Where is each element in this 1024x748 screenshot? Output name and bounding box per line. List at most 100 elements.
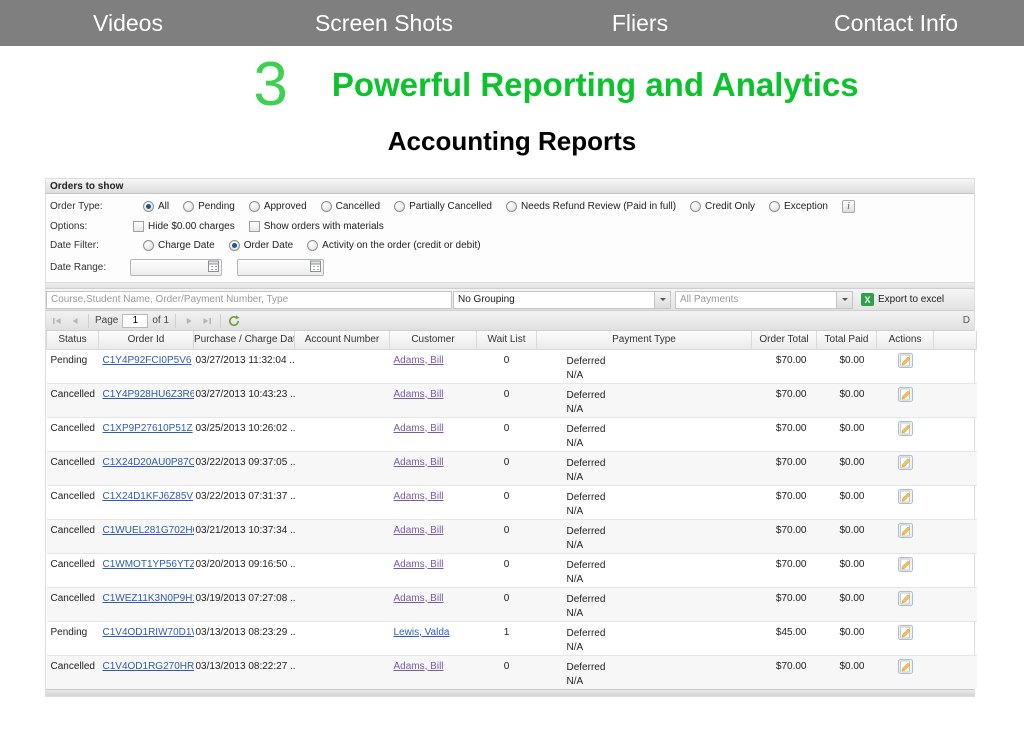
radio-charge-date[interactable]: Charge Date bbox=[143, 240, 215, 251]
actions-cell bbox=[877, 349, 934, 383]
customer-link[interactable]: Adams, Bill bbox=[394, 355, 444, 366]
wait-list-cell: 0 bbox=[477, 349, 537, 383]
edit-note-icon[interactable] bbox=[898, 523, 913, 541]
radio-pending[interactable]: Pending bbox=[183, 201, 235, 212]
radio-activity-on-the-order-credit-or-debit[interactable]: Activity on the order (credit or debit) bbox=[307, 240, 480, 251]
column-header-actions[interactable]: Actions bbox=[877, 331, 934, 349]
column-header-customer[interactable]: Customer bbox=[390, 331, 477, 349]
customer-link[interactable]: Adams, Bill bbox=[394, 389, 444, 400]
last-page-icon[interactable] bbox=[200, 314, 214, 328]
chevron-down-icon[interactable] bbox=[654, 292, 670, 308]
info-icon[interactable]: i bbox=[842, 200, 855, 213]
customer-link[interactable]: Adams, Bill bbox=[394, 491, 444, 502]
wait-list-cell: 0 bbox=[477, 553, 537, 587]
column-header-total-paid[interactable]: Total Paid bbox=[817, 331, 877, 349]
actions-cell bbox=[877, 553, 934, 587]
status-cell: Cancelled bbox=[47, 519, 99, 553]
column-header-order-id[interactable]: Order Id bbox=[99, 331, 194, 349]
grouping-select[interactable]: No Grouping bbox=[453, 291, 671, 309]
column-header-purchase-charge-date[interactable]: Purchase / Charge Date bbox=[194, 331, 295, 349]
column-header-wait-list[interactable]: Wait List bbox=[477, 331, 537, 349]
column-header-account-number[interactable]: Account Number bbox=[295, 331, 390, 349]
account-number-cell bbox=[295, 621, 390, 655]
order-id-link[interactable]: C1X24D1KFJ6Z85V bbox=[103, 491, 194, 502]
nav-item-screen-shots[interactable]: Screen Shots bbox=[256, 0, 512, 46]
nav-item-contact-info[interactable]: Contact Info bbox=[768, 0, 1024, 46]
date-range-to-input[interactable] bbox=[237, 259, 324, 276]
chevron-down-icon[interactable] bbox=[836, 292, 852, 308]
search-input[interactable] bbox=[46, 291, 452, 309]
edit-note-icon[interactable] bbox=[898, 489, 913, 507]
radio-approved[interactable]: Approved bbox=[249, 201, 307, 212]
radio-needs-refund-review-paid-in-full[interactable]: Needs Refund Review (Paid in full) bbox=[506, 201, 676, 212]
account-number-cell bbox=[295, 349, 390, 383]
edit-note-icon[interactable] bbox=[898, 591, 913, 609]
purchase-date-cell: 03/21/2013 10:37:34 ... bbox=[194, 519, 295, 553]
edit-note-icon[interactable] bbox=[898, 421, 913, 439]
edit-note-icon[interactable] bbox=[898, 387, 913, 405]
first-page-icon[interactable] bbox=[50, 314, 64, 328]
table-row: PendingC1Y4P92FCI0P5V603/27/2013 11:32:0… bbox=[47, 349, 977, 383]
order-total-cell: $70.00 bbox=[752, 655, 817, 689]
horizontal-scrollbar[interactable] bbox=[46, 689, 974, 696]
radio-all[interactable]: All bbox=[143, 201, 169, 212]
table-row: PendingC1V4OD1RIW70D1W03/13/2013 08:23:2… bbox=[47, 621, 977, 655]
order-id-link[interactable]: C1WMOT1YP56YTZ4 bbox=[103, 559, 194, 570]
wait-list-cell: 0 bbox=[477, 519, 537, 553]
filters-panel: Order Type: AllPendingApprovedCancelledP… bbox=[46, 194, 974, 282]
customer-link[interactable]: Adams, Bill bbox=[394, 661, 444, 672]
order-id-link[interactable]: C1WEZ11K3N0P9H1 bbox=[103, 593, 194, 604]
customer-link[interactable]: Adams, Bill bbox=[394, 559, 444, 570]
order-id-link[interactable]: C1X24D20AU0P87C bbox=[103, 457, 194, 468]
column-header-filler bbox=[934, 331, 977, 349]
customer-link[interactable]: Adams, Bill bbox=[394, 525, 444, 536]
checkbox-show-orders-with-materials[interactable]: Show orders with materials bbox=[249, 221, 384, 232]
next-page-icon[interactable] bbox=[182, 314, 196, 328]
account-number-cell bbox=[295, 383, 390, 417]
column-header-order-total[interactable]: Order Total bbox=[752, 331, 817, 349]
calendar-icon[interactable] bbox=[208, 260, 219, 275]
page-number-input[interactable] bbox=[122, 314, 148, 328]
nav-item-videos[interactable]: Videos bbox=[0, 0, 256, 46]
radio-label: Charge Date bbox=[158, 240, 215, 251]
column-header-payment-type[interactable]: Payment Type bbox=[537, 331, 752, 349]
customer-link[interactable]: Adams, Bill bbox=[394, 423, 444, 434]
order-type-options: All Pending Approved Cancelled Partially Can… bbox=[143, 201, 842, 212]
order-id-link[interactable]: C1Y4P92FCI0P5V6 bbox=[103, 355, 192, 366]
radio-order-date[interactable]: Order Date bbox=[229, 240, 293, 251]
edit-note-icon[interactable] bbox=[898, 353, 913, 371]
calendar-icon[interactable] bbox=[310, 260, 321, 275]
total-paid-cell: $0.00 bbox=[817, 621, 877, 655]
actions-cell bbox=[877, 383, 934, 417]
refresh-icon[interactable] bbox=[227, 314, 241, 328]
order-id-link[interactable]: C1XP9P27610P51Z bbox=[103, 423, 193, 434]
export-to-excel-button[interactable]: X Export to excel bbox=[861, 293, 944, 306]
payments-select[interactable]: All Payments bbox=[675, 291, 853, 309]
status-cell: Cancelled bbox=[47, 451, 99, 485]
edit-note-icon[interactable] bbox=[898, 455, 913, 473]
customer-link[interactable]: Adams, Bill bbox=[394, 457, 444, 468]
table-row: CancelledC1XP9P27610P51Z03/25/2013 10:26… bbox=[47, 417, 977, 451]
edit-note-icon[interactable] bbox=[898, 625, 913, 643]
customer-link[interactable]: Lewis, Valda bbox=[394, 627, 450, 638]
nav-item-fliers[interactable]: Fliers bbox=[512, 0, 768, 46]
order-id-link[interactable]: C1Y4P928HU6Z3R6 bbox=[103, 389, 194, 400]
filler-cell bbox=[934, 417, 977, 451]
total-paid-cell: $0.00 bbox=[817, 451, 877, 485]
payment-type-line1: Deferred bbox=[567, 525, 752, 539]
radio-exception[interactable]: Exception bbox=[769, 201, 828, 212]
payment-type-line1: Deferred bbox=[567, 457, 752, 471]
edit-note-icon[interactable] bbox=[898, 557, 913, 575]
date-range-from-input[interactable] bbox=[130, 259, 222, 276]
radio-credit-only[interactable]: Credit Only bbox=[690, 201, 755, 212]
order-id-link[interactable]: C1V4OD1RIW70D1W bbox=[103, 627, 194, 638]
order-id-link[interactable]: C1WUEL281G702HG bbox=[103, 525, 194, 536]
customer-link[interactable]: Adams, Bill bbox=[394, 593, 444, 604]
prev-page-icon[interactable] bbox=[68, 314, 82, 328]
order-id-link[interactable]: C1V4OD1RG270HRA bbox=[103, 661, 194, 672]
checkbox-hide-0-00-charges[interactable]: Hide $0.00 charges bbox=[133, 221, 235, 232]
radio-cancelled[interactable]: Cancelled bbox=[321, 201, 380, 212]
edit-note-icon[interactable] bbox=[898, 659, 913, 677]
column-header-status[interactable]: Status bbox=[47, 331, 99, 349]
radio-partially-cancelled[interactable]: Partially Cancelled bbox=[394, 201, 492, 212]
